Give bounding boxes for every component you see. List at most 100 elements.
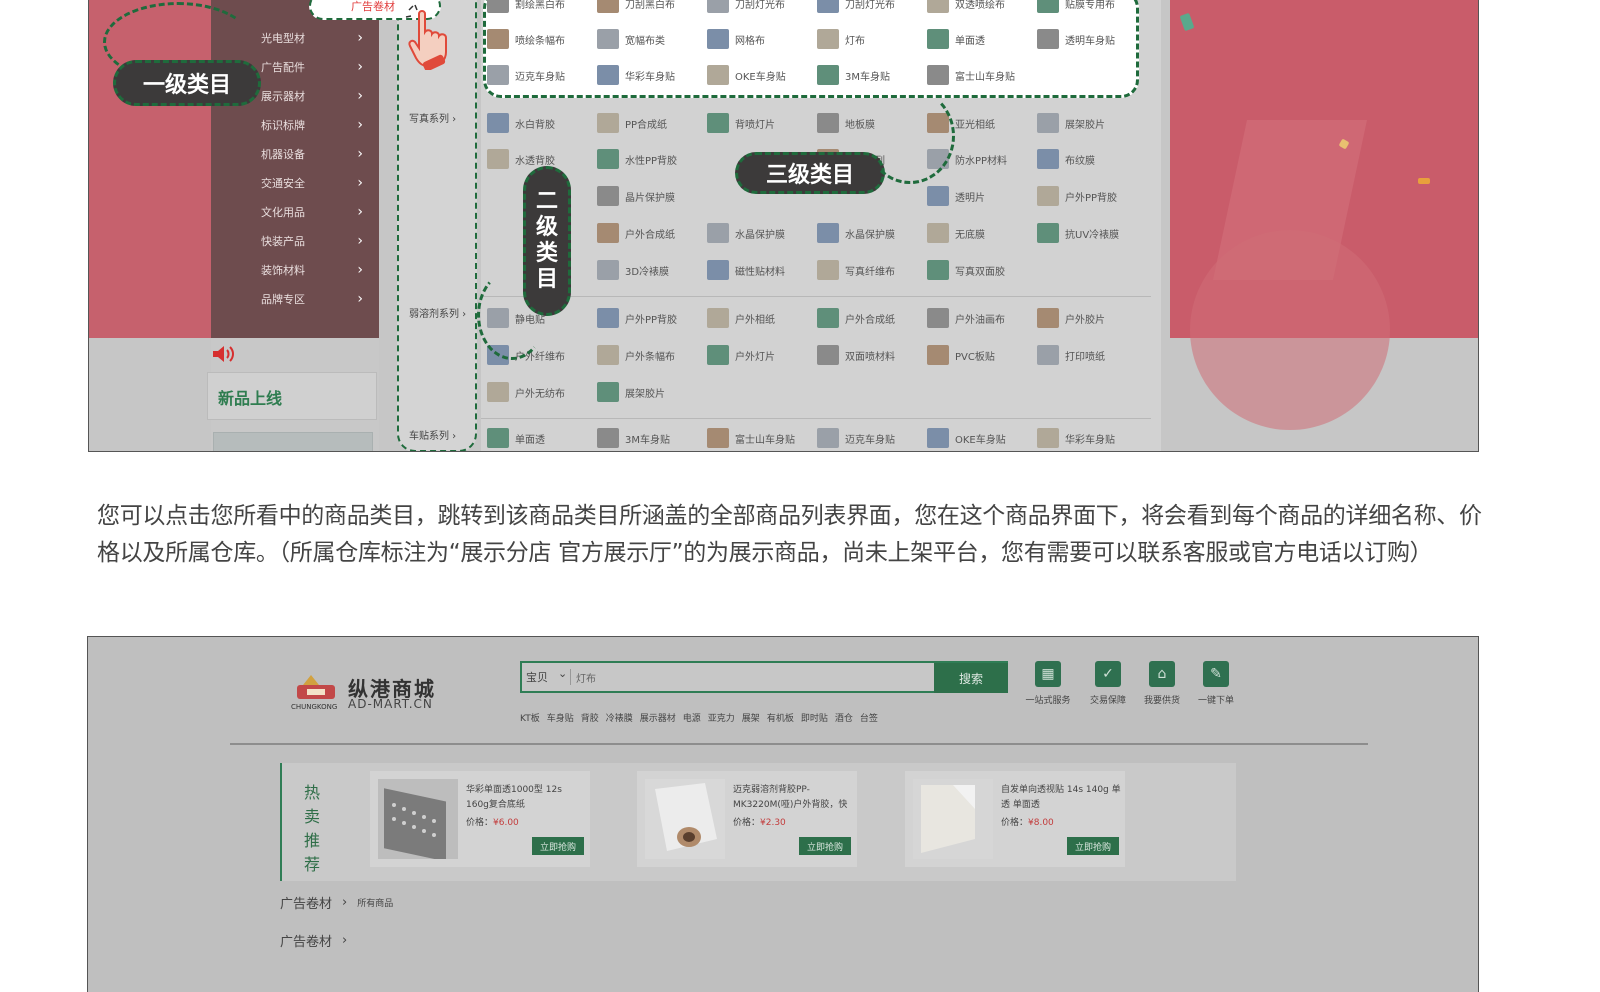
second-level-item[interactable]: 写真系列 › — [409, 110, 456, 125]
hot-keyword[interactable]: 车身贴 — [547, 711, 574, 724]
third-level-item[interactable]: 富士山车身贴 — [707, 427, 795, 449]
third-level-item[interactable]: 户外胶片 — [1037, 307, 1105, 329]
breadcrumb-item[interactable]: 广告卷材 — [280, 893, 332, 912]
third-level-item[interactable]: 3M车身贴 — [817, 64, 890, 86]
third-level-item[interactable]: 户外油画布 — [927, 307, 1005, 329]
product-image[interactable] — [645, 779, 725, 859]
third-level-item[interactable]: 贴膜专用布 — [1037, 0, 1115, 14]
menu-item[interactable]: 品牌专区 › — [261, 287, 371, 311]
menu-item[interactable]: 广告配件 › — [261, 55, 371, 79]
third-level-item[interactable]: 户外合成纸 — [597, 222, 675, 244]
menu-item[interactable]: 机器设备 › — [261, 142, 371, 166]
third-level-item[interactable]: 华彩车身贴 — [1037, 427, 1115, 449]
hot-keyword[interactable]: 冷裱膜 — [606, 711, 633, 724]
third-level-item[interactable]: 户外条幅布 — [597, 344, 675, 366]
search-type-select[interactable]: 宝贝 — [526, 669, 548, 685]
second-level-item[interactable]: 车贴系列 › — [409, 427, 456, 442]
third-level-item[interactable]: 水性PP背胶 — [597, 148, 677, 170]
menu-item[interactable]: 交通安全 › — [261, 171, 371, 195]
breadcrumb-item[interactable]: 广告卷材 — [280, 931, 332, 950]
menu-item[interactable]: 标识标牌 › — [261, 113, 371, 137]
hot-keyword[interactable]: 即时贴 — [801, 711, 828, 724]
hot-keyword[interactable]: 酒仓 — [835, 711, 853, 724]
third-level-item[interactable]: 户外无纺布 — [487, 381, 565, 403]
third-level-item[interactable]: 展架胶片 — [597, 381, 665, 403]
product-image[interactable] — [378, 779, 458, 862]
menu-item[interactable]: 光电型材 › — [261, 26, 371, 50]
service-trade-guarantee[interactable]: ✓ 交易保障 — [1078, 661, 1138, 706]
hot-keyword[interactable]: 有机板 — [767, 711, 794, 724]
hot-keyword[interactable]: 电源 — [683, 711, 701, 724]
menu-item[interactable]: 展示器材 › — [261, 84, 371, 108]
hot-keyword[interactable]: 台签 — [860, 711, 878, 724]
third-level-item[interactable]: 无底膜 — [927, 222, 985, 244]
third-level-item[interactable]: 展架胶片 — [1037, 112, 1105, 134]
third-level-item[interactable]: 单面透 — [927, 28, 985, 50]
third-level-item[interactable]: 水晶保护膜 — [707, 222, 785, 244]
third-level-item[interactable]: 户外PP背胶 — [1037, 185, 1117, 207]
hot-keyword[interactable]: 展架 — [742, 711, 760, 724]
buy-now-button[interactable]: 立即抢购 — [532, 837, 584, 855]
service-supply[interactable]: ⌂ 我要供货 — [1132, 661, 1192, 706]
third-level-item[interactable]: 磁性贴材料 — [707, 259, 785, 281]
third-level-item[interactable]: 透明片 — [927, 185, 985, 207]
third-level-item[interactable]: 刀刮灯光布 — [707, 0, 785, 14]
third-level-item[interactable]: 写真双面胶 — [927, 259, 1005, 281]
buy-now-button[interactable]: 立即抢购 — [799, 837, 851, 855]
third-level-item[interactable]: 双透喷绘布 — [927, 0, 1005, 14]
hot-keyword[interactable]: 背胶 — [581, 711, 599, 724]
chevron-down-icon[interactable]: ⌄ — [558, 667, 567, 680]
third-level-item[interactable]: 户外灯片 — [707, 344, 775, 366]
third-level-item[interactable]: 迈克车身贴 — [487, 64, 565, 86]
third-level-item[interactable]: 割绘黑白布 — [487, 0, 565, 14]
third-level-item[interactable]: 户外PP背胶 — [597, 307, 677, 329]
menu-item[interactable]: 文化用品 › — [261, 200, 371, 224]
third-level-item[interactable]: 背喷灯片 — [707, 112, 775, 134]
third-level-item[interactable]: 3M车身贴 — [597, 427, 670, 449]
third-level-item[interactable]: 网格布 — [707, 28, 765, 50]
third-level-item[interactable]: 刀刮黑白布 — [597, 0, 675, 14]
search-input[interactable]: 灯布 — [576, 670, 596, 685]
menu-item[interactable]: 快装产品 › — [261, 229, 371, 253]
third-level-item[interactable]: 宽幅布类 — [597, 28, 665, 50]
third-level-item[interactable]: 写真纤维布 — [817, 259, 895, 281]
third-level-item[interactable]: 华彩车身贴 — [597, 64, 675, 86]
third-level-item[interactable]: 户外合成纸 — [817, 307, 895, 329]
third-level-item[interactable]: OKE车身贴 — [707, 64, 786, 86]
third-level-item[interactable]: OKE车身贴 — [927, 427, 1006, 449]
third-level-item[interactable]: 单面透 — [487, 427, 545, 449]
buy-now-button[interactable]: 立即抢购 — [1067, 837, 1119, 855]
third-level-item[interactable]: 喷绘条幅布 — [487, 28, 565, 50]
product-image[interactable] — [913, 779, 993, 859]
hot-keyword[interactable]: 展示器材 — [640, 711, 676, 724]
third-level-item[interactable]: 晶片保护膜 — [597, 185, 675, 207]
product-card[interactable]: 自发单向透视贴 14s 140g 单透 单面透 价格：¥8.00 立即抢购 — [905, 771, 1125, 867]
third-level-item[interactable]: 水晶保护膜 — [817, 222, 895, 244]
third-level-item[interactable]: PP合成纸 — [597, 112, 667, 134]
hot-keyword[interactable]: 亚克力 — [708, 711, 735, 724]
third-level-item[interactable]: 迈克车身贴 — [817, 427, 895, 449]
third-level-item[interactable]: 透明车身贴 — [1037, 28, 1115, 50]
product-name[interactable]: 华彩单面透1000型 12s 160g复合底纸 — [466, 783, 586, 813]
new-products-box[interactable]: 新品上线 — [207, 372, 377, 420]
second-level-item[interactable]: 弱溶剂系列 › — [409, 305, 466, 320]
third-level-item[interactable]: 刀刮灯光布 — [817, 0, 895, 14]
third-level-item[interactable]: 水白背胶 — [487, 112, 555, 134]
product-name[interactable]: 自发单向透视贴 14s 140g 单透 单面透 — [1001, 783, 1121, 813]
product-card[interactable]: 迈克弱溶剂背胶PP-MK3220M(哑)户外背胶，快 价格：¥2.30 立即抢购 — [637, 771, 857, 867]
menu-item[interactable]: 装饰材料 › — [261, 258, 371, 282]
search-button[interactable]: 搜索 — [934, 663, 1008, 693]
product-card[interactable]: 华彩单面透1000型 12s 160g复合底纸 价格：¥6.00 立即抢购 — [370, 771, 590, 867]
third-level-item[interactable]: 富士山车身贴 — [927, 64, 1015, 86]
hot-keyword[interactable]: KT板 — [520, 711, 540, 724]
third-level-item[interactable]: PVC板贴 — [927, 344, 995, 366]
product-name[interactable]: 迈克弱溶剂背胶PP-MK3220M(哑)户外背胶，快 — [733, 783, 853, 813]
breadcrumb-item[interactable]: 所有商品 — [357, 896, 393, 909]
third-level-item[interactable]: 灯布 — [817, 28, 865, 50]
third-level-item[interactable]: 布纹膜 — [1037, 148, 1095, 170]
third-level-item[interactable]: 3D冷裱膜 — [597, 259, 669, 281]
third-level-item[interactable]: 户外相纸 — [707, 307, 775, 329]
third-level-item[interactable]: 双面喷材料 — [817, 344, 895, 366]
third-level-item[interactable]: 打印喷纸 — [1037, 344, 1105, 366]
third-level-item[interactable]: 抗UV冷裱膜 — [1037, 222, 1119, 244]
